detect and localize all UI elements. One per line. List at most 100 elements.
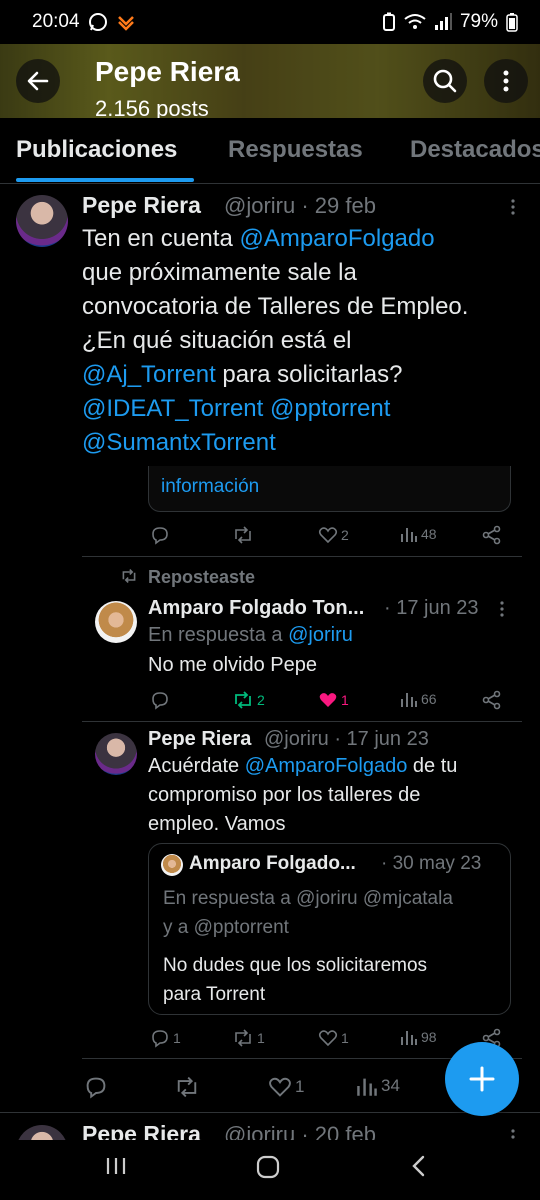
mention-link[interactable]: @SumantxTorrent — [82, 429, 276, 456]
home-button[interactable] — [255, 1154, 281, 1185]
search-button[interactable] — [423, 59, 467, 103]
reply-button[interactable] — [150, 690, 170, 710]
reply-icon — [152, 1030, 168, 1048]
repost-icon — [235, 526, 251, 544]
author-name[interactable]: Amparo Folgado Ton... — [148, 597, 364, 620]
whatsapp-icon — [88, 12, 108, 32]
heart-icon — [318, 527, 338, 544]
back-arrow-icon — [27, 71, 49, 91]
chevron-left-icon — [412, 1155, 425, 1177]
reply-button[interactable] — [84, 1075, 108, 1099]
mention-link[interactable]: @pptorrent — [270, 395, 390, 422]
status-bar: 20:04 79% — [0, 0, 540, 44]
tab-respuestas[interactable]: Respuestas — [228, 136, 363, 164]
divider — [82, 721, 522, 722]
reply-icon — [86, 1077, 106, 1099]
reply-icon — [152, 692, 168, 710]
home-icon — [256, 1155, 280, 1179]
like-button[interactable]: 1 — [318, 1028, 349, 1048]
link-card[interactable]: información — [148, 466, 511, 512]
avatar[interactable] — [95, 601, 137, 643]
profile-header: Pepe Riera 2.156 posts — [0, 44, 540, 118]
like-button[interactable]: 1 — [318, 690, 349, 710]
quoted-reply-to: En respuesta a @joriru @mjcatala y a @pp… — [163, 888, 453, 938]
repost-icon — [177, 1076, 197, 1098]
views-chart-icon — [401, 1031, 417, 1045]
author-name[interactable]: Pepe Riera — [148, 728, 251, 751]
battery-saver-icon — [382, 12, 396, 32]
post-menu-button[interactable] — [492, 599, 512, 619]
link-card-label[interactable]: información — [161, 476, 259, 498]
repost-indicator-icon — [120, 568, 138, 589]
more-vertical-icon — [500, 601, 504, 617]
more-vertical-icon — [511, 1129, 515, 1139]
profile-name-title: Pepe Riera — [95, 56, 240, 87]
signal-icon — [434, 13, 452, 31]
battery-percent: 79% — [459, 11, 498, 32]
back-nav-button[interactable] — [408, 1154, 430, 1183]
back-button[interactable] — [16, 59, 60, 103]
more-vertical-icon — [511, 199, 515, 215]
mention-link[interactable]: @Aj_Torrent — [82, 361, 216, 388]
more-vertical-icon — [503, 70, 509, 92]
heart-filled-icon — [319, 693, 337, 707]
battery-icon — [506, 12, 518, 32]
status-time: 20:04 — [32, 11, 80, 32]
views-button[interactable]: 98 — [400, 1028, 437, 1046]
share-icon — [482, 690, 501, 710]
author-handle-date: @joriru · 20 feb — [224, 1122, 376, 1140]
author-handle-date: @joriru · 17 jun 23 — [264, 728, 429, 750]
post-text: Ten en cuenta @AmparoFolgado que próxima… — [82, 225, 469, 456]
compose-post-button[interactable] — [445, 1042, 519, 1116]
mention-link[interactable]: @joriru — [288, 624, 353, 646]
post-date[interactable]: 29 feb — [315, 193, 376, 218]
like-button[interactable]: 2 — [318, 525, 349, 545]
views-button[interactable]: 34 — [356, 1075, 400, 1097]
post-text: Acuérdate @AmparoFolgado de tu compromis… — [148, 755, 458, 835]
mention-link[interactable]: @AmparoFolgado — [239, 225, 434, 252]
repost-button[interactable] — [174, 1075, 200, 1099]
author-name[interactable]: Pepe Riera — [82, 192, 201, 219]
repost-button[interactable] — [232, 525, 254, 545]
quoted-text: No dudes que los solicitaremos para Torr… — [163, 955, 428, 1005]
more-options-button[interactable] — [484, 59, 528, 103]
tab-destacados[interactable]: Destacados — [410, 136, 540, 164]
repost-icon — [235, 691, 251, 709]
reply-button[interactable]: 1 — [150, 1028, 181, 1048]
post-text: No me olvido Pepe — [148, 654, 317, 676]
views-chart-icon — [401, 693, 417, 707]
avatar[interactable] — [95, 733, 137, 775]
repost-button[interactable]: 2 — [232, 690, 265, 710]
app-notification-icon — [116, 12, 136, 32]
tab-publicaciones[interactable]: Publicaciones — [16, 136, 177, 164]
quoted-post[interactable]: Amparo Folgado... · 30 may 23 En respues… — [148, 843, 511, 1015]
share-icon — [482, 525, 501, 545]
reply-icon — [152, 527, 168, 545]
next-post-preview[interactable]: Pepe Riera @joriru · 20 feb — [0, 1113, 540, 1140]
repost-icon — [235, 1029, 251, 1047]
post-menu-button[interactable] — [503, 197, 523, 217]
share-button[interactable] — [482, 690, 502, 710]
search-icon — [433, 69, 457, 93]
reposted-label: Reposteaste — [148, 567, 256, 587]
profile-tabs: Publicaciones Respuestas Destacados — [0, 118, 540, 184]
mention-link[interactable]: @AmparoFolgado — [245, 755, 408, 777]
views-button[interactable]: 48 — [400, 525, 437, 543]
views-button[interactable]: 66 — [400, 690, 437, 708]
mention-link[interactable]: @IDEAT_Torrent — [82, 395, 263, 422]
avatar[interactable] — [16, 195, 68, 247]
reply-to-line: En respuesta a @joriru — [148, 624, 353, 646]
author-handle[interactable]: @joriru — [224, 193, 295, 218]
avatar — [16, 1125, 68, 1140]
avatar — [161, 854, 183, 876]
author-name: Pepe Riera — [82, 1121, 201, 1140]
author-handle-date: @joriru · 29 feb — [224, 193, 376, 218]
reply-button[interactable] — [150, 525, 170, 545]
post-date: · 17 jun 23 — [384, 597, 479, 619]
like-button[interactable]: 1 — [268, 1075, 304, 1099]
share-button[interactable] — [482, 525, 502, 545]
repost-button[interactable]: 1 — [232, 1028, 265, 1048]
recent-apps-button[interactable] — [104, 1154, 128, 1183]
post-menu-button[interactable] — [503, 1127, 523, 1140]
system-nav-bar — [0, 1140, 540, 1200]
